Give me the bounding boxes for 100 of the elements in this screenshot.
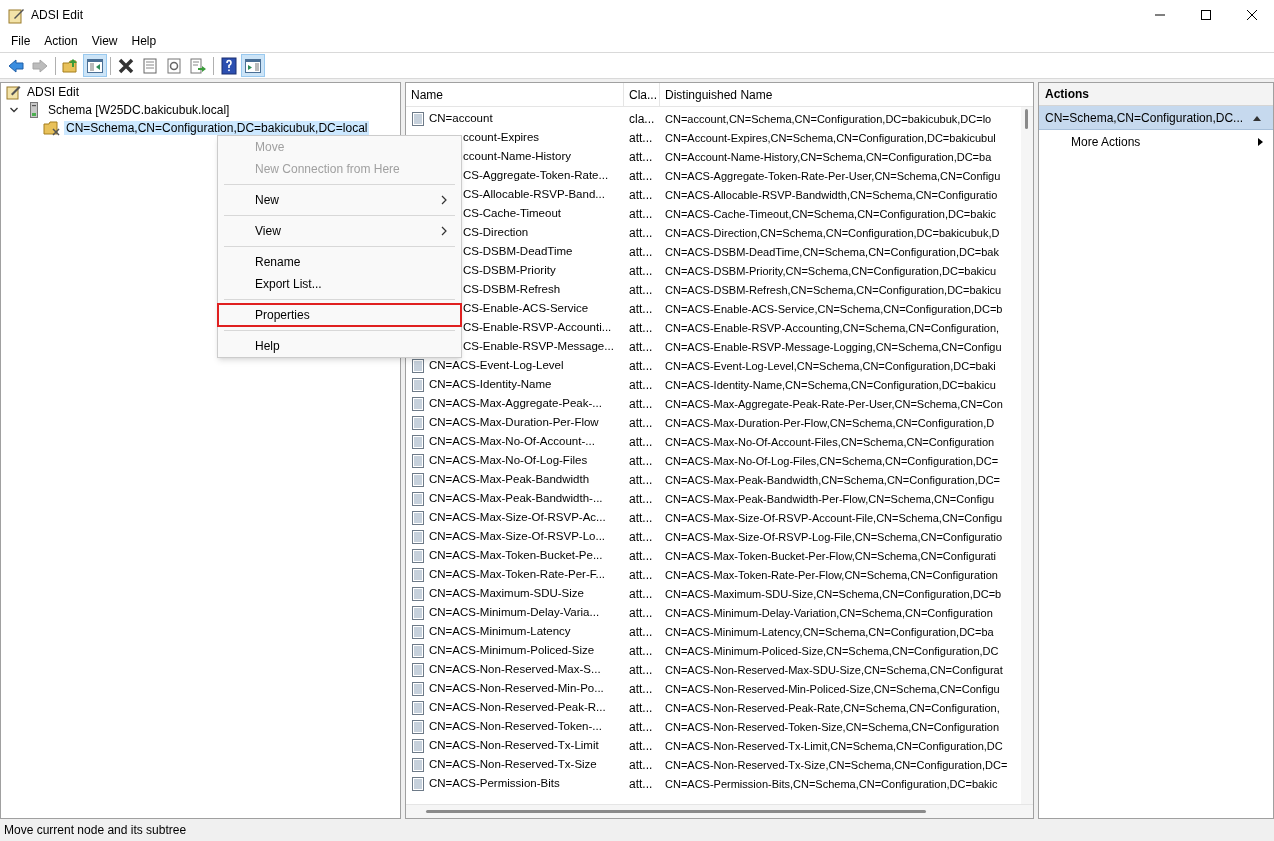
table-cell[interactable]: CS-DSBM-DeadTime (463, 242, 573, 261)
table-cell: att... (629, 681, 653, 696)
table-cell[interactable]: ccount-Name-History (463, 147, 571, 166)
table-cell: cla... (629, 111, 655, 126)
table-cell[interactable]: CN=ACS-Max-Peak-Bandwidth (429, 470, 590, 489)
table-cell[interactable]: CS-Allocable-RSVP-Band... (463, 185, 605, 204)
notepad-icon (8, 6, 25, 24)
table-cell[interactable]: CN=ACS-Non-Reserved-Token-... (429, 717, 602, 736)
action-pane-button[interactable] (241, 54, 265, 77)
table-cell: CN=ACS-Permission-Bits,CN=Schema,CN=Configuration,DC=bakic (665, 777, 998, 790)
menu-item[interactable]: New (218, 189, 461, 211)
table-cell: att... (629, 586, 653, 601)
table-cell[interactable]: CS-Enable-RSVP-Accounti... (463, 318, 612, 337)
table-cell[interactable]: CN=ACS-Minimum-Delay-Varia... (429, 603, 600, 622)
table-cell: CN=ACS-Max-No-Of-Account-Files,CN=Schema,CN=Configuration (665, 435, 995, 448)
menu-item[interactable]: Help (218, 335, 461, 357)
tree-item[interactable]: Schema [W25DC.bakicubuk.local] (47, 101, 231, 119)
table-cell: CN=ACS-Identity-Name,CN=Schema,CN=Configuration,DC=bakicu (665, 378, 996, 391)
status-text: Move current node and its subtree (4, 822, 187, 839)
table-cell[interactable]: CN=ACS-Non-Reserved-Min-Po... (429, 679, 604, 698)
table-cell: CN=ACS-Non-Reserved-Min-Policed-Size,CN=Schema,CN=Configu (665, 682, 1000, 695)
table-cell[interactable]: CS-Cache-Timeout (463, 204, 561, 223)
table-cell: CN=Account-Name-History,CN=Schema,CN=Configuration,DC=ba (665, 150, 992, 163)
table-cell: att... (629, 453, 653, 468)
table-cell[interactable]: CN=ACS-Minimum-Latency (429, 622, 571, 641)
table-cell[interactable]: CS-DSBM-Priority (463, 261, 556, 280)
table-cell: att... (629, 339, 653, 354)
close-icon[interactable] (1246, 9, 1258, 21)
menu-item[interactable]: File (4, 31, 38, 51)
table-cell[interactable]: CN=ACS-Max-No-Of-Log-Files (429, 451, 588, 470)
maximize-icon[interactable] (1200, 9, 1212, 21)
table-cell: CN=ACS-Allocable-RSVP-Bandwidth,CN=Schema,CN=Configuratio (665, 188, 998, 201)
table-cell[interactable]: CN=ACS-Max-Token-Rate-Per-F... (429, 565, 606, 584)
table-cell: att... (629, 225, 653, 240)
table-cell[interactable]: CN=ACS-Max-Peak-Bandwidth-... (429, 489, 603, 508)
action-link[interactable]: More Actions (1071, 133, 1258, 151)
table-cell[interactable]: CN=ACS-Event-Log-Level (429, 356, 564, 375)
column-header[interactable]: Cla... (624, 83, 660, 106)
console-tree-icon (86, 56, 104, 75)
menu-item[interactable]: Rename (218, 251, 461, 273)
table-cell[interactable]: CS-Aggregate-Token-Rate... (463, 166, 609, 185)
table-cell[interactable]: CN=ACS-Max-No-Of-Account-... (429, 432, 595, 451)
table-cell: att... (629, 434, 653, 449)
table-cell: CN=ACS-Max-Aggregate-Peak-Rate-Per-User,CN=Schema,CN=Con (665, 397, 1003, 410)
table-cell[interactable]: CN=ACS-Non-Reserved-Max-S... (429, 660, 601, 679)
table-cell[interactable]: CN=ACS-Non-Reserved-Tx-Limit (429, 736, 599, 755)
table-cell: att... (629, 776, 653, 791)
collapse-caret-icon[interactable] (1253, 114, 1261, 121)
table-cell: CN=ACS-DSBM-Refresh,CN=Schema,CN=Configuration,DC=bakicu (665, 283, 1002, 296)
table-cell[interactable]: CN=ACS-Max-Size-Of-RSVP-Ac... (429, 508, 606, 527)
table-cell: CN=ACS-DSBM-DeadTime,CN=Schema,CN=Configuration,DC=bak (665, 245, 999, 258)
table-cell[interactable]: CN=ACS-Minimum-Policed-Size (429, 641, 595, 660)
console-tree-button[interactable] (83, 54, 107, 77)
chevron-down-icon[interactable] (9, 105, 19, 115)
table-cell: att... (629, 662, 653, 677)
table-cell[interactable]: CN=account (429, 109, 493, 128)
tree-item[interactable]: ADSI Edit (26, 83, 81, 101)
properties-sheet-icon (141, 56, 159, 75)
menu-item[interactable]: View (84, 31, 125, 51)
menu-item[interactable]: Help (124, 31, 164, 51)
folder-up-icon (62, 56, 80, 75)
table-cell[interactable]: CS-Direction (463, 223, 529, 242)
table-cell: CN=ACS-Enable-RSVP-Accounting,CN=Schema,CN=Configuration, (665, 321, 1000, 334)
table-cell: att... (629, 301, 653, 316)
table-cell[interactable]: CN=ACS-Max-Token-Bucket-Pe... (429, 546, 603, 565)
table-cell[interactable]: CS-DSBM-Refresh (463, 280, 561, 299)
tree-item[interactable]: CN=Schema,CN=Configuration,DC=bakicubuk,DC=local (64, 121, 370, 135)
table-cell: att... (629, 510, 653, 525)
table-cell: CN=ACS-Non-Reserved-Tx-Limit,CN=Schema,CN=Configuration,DC (665, 739, 1003, 752)
column-header[interactable]: Distinguished Name (660, 83, 1033, 106)
column-header[interactable]: Name (406, 83, 624, 106)
table-cell: CN=ACS-Enable-ACS-Service,CN=Schema,CN=Configuration,DC=b (665, 302, 1003, 315)
vertical-scrollbar[interactable] (1021, 107, 1033, 804)
menu-item[interactable]: Export List... (218, 273, 461, 295)
table-cell: CN=ACS-Max-Peak-Bandwidth,CN=Schema,CN=Configuration,DC= (665, 473, 1001, 486)
table-cell[interactable]: CN=ACS-Permission-Bits (429, 774, 560, 793)
menu-item[interactable]: Properties (218, 304, 461, 326)
window-title: ADSI Edit (31, 7, 84, 24)
table-cell: att... (629, 700, 653, 715)
actions-section-header[interactable]: CN=Schema,CN=Configuration,DC... (1039, 106, 1273, 130)
menu-item[interactable]: View (218, 220, 461, 242)
table-cell[interactable]: CS-Enable-ACS-Service (463, 299, 589, 318)
menu-item[interactable]: Action (37, 31, 85, 51)
table-cell[interactable]: CN=ACS-Identity-Name (429, 375, 552, 394)
table-cell: att... (629, 187, 653, 202)
table-cell[interactable]: CN=ACS-Max-Size-Of-RSVP-Lo... (429, 527, 606, 546)
table-cell[interactable]: CN=ACS-Max-Aggregate-Peak-... (429, 394, 602, 413)
table-cell[interactable]: CN=ACS-Non-Reserved-Peak-R... (429, 698, 606, 717)
table-cell: att... (629, 757, 653, 772)
table-cell: att... (629, 643, 653, 658)
table-cell[interactable]: CN=ACS-Maximum-SDU-Size (429, 584, 584, 603)
table-cell: CN=ACS-Non-Reserved-Max-SDU-Size,CN=Schema,CN=Configurat (665, 663, 1003, 676)
table-cell: CN=Account-Expires,CN=Schema,CN=Configuration,DC=bakicubul (665, 131, 996, 144)
table-cell[interactable]: ccount-Expires (463, 128, 540, 147)
table-cell[interactable]: CN=ACS-Max-Duration-Per-Flow (429, 413, 599, 432)
horizontal-scrollbar[interactable] (406, 804, 1033, 818)
table-cell: CN=ACS-Event-Log-Level,CN=Schema,CN=Configuration,DC=baki (665, 359, 996, 372)
table-cell[interactable]: CS-Enable-RSVP-Message... (463, 337, 614, 356)
table-cell[interactable]: CN=ACS-Non-Reserved-Tx-Size (429, 755, 597, 774)
table-cell: CN=ACS-Max-Size-Of-RSVP-Log-File,CN=Schema,CN=Configuratio (665, 530, 1003, 543)
